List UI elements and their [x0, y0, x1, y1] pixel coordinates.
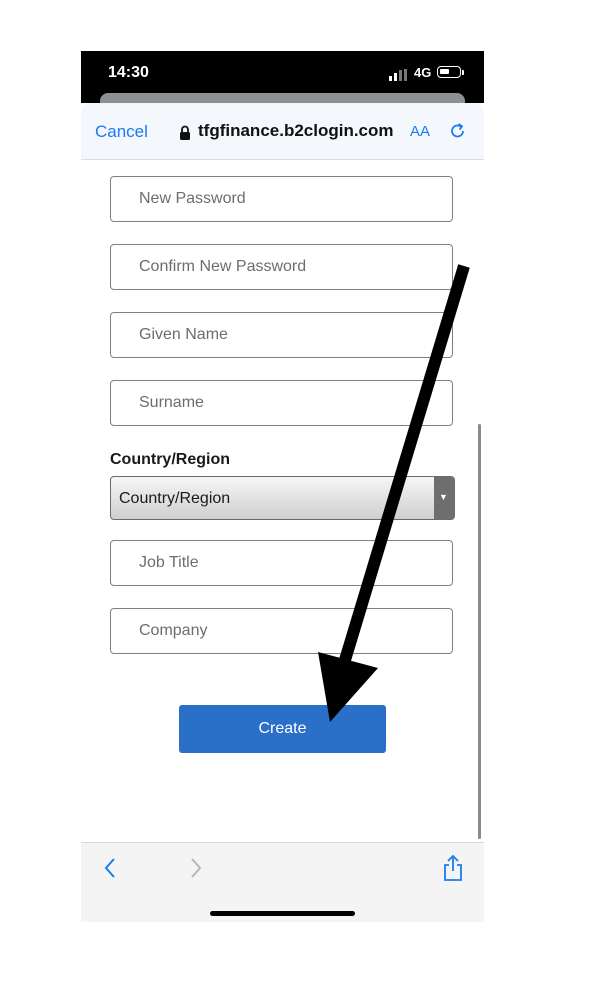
- annotation-arrow: [318, 264, 470, 722]
